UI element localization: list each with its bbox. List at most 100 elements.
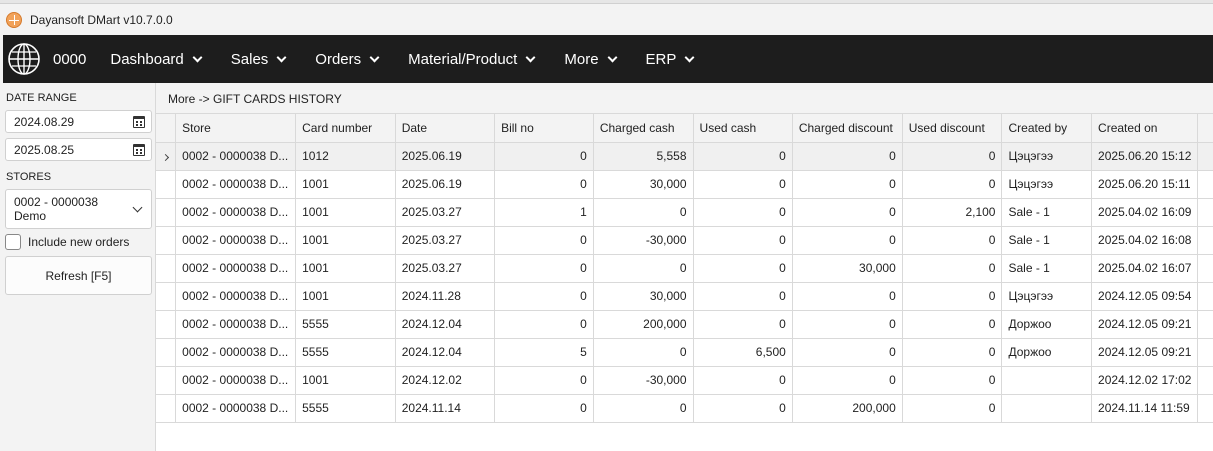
table-cell[interactable]: 0 <box>792 142 903 171</box>
table-row[interactable]: 0002 - 0000038 D... 1001 2025.06.19 0 30,000… <box>156 170 1213 199</box>
table-cell[interactable]: 2024.12.05 09:21 <box>1091 310 1199 339</box>
table-cell[interactable]: 0 <box>494 310 594 339</box>
table-cell[interactable]: 0002 - 0000038 D... <box>175 254 297 283</box>
table-cell[interactable]: 0002 - 0000038 D... <box>175 366 297 395</box>
table-cell[interactable]: 2024.12.04 <box>395 338 496 367</box>
gift-cards-grid[interactable]: Store Card number Date Bill no Charged cash U… <box>156 113 1213 451</box>
table-cell[interactable]: 0 <box>593 338 694 367</box>
nav-more[interactable]: More <box>564 51 617 68</box>
table-cell[interactable]: 1001 <box>295 366 396 395</box>
table-cell[interactable]: 0 <box>693 282 793 311</box>
table-cell[interactable]: 2025.06.20 15:12 <box>1091 142 1199 171</box>
date-to-field[interactable]: 2025.08.25 <box>5 138 152 161</box>
table-cell[interactable]: Sale - 1 <box>1001 254 1093 283</box>
table-cell[interactable]: 2025.06.20 15:11 <box>1091 170 1199 199</box>
table-cell[interactable]: 0002 - 0000038 D... <box>175 282 297 311</box>
table-cell[interactable]: 30,000 <box>792 254 903 283</box>
table-cell[interactable]: 0002 - 0000038 D... <box>175 198 297 227</box>
table-cell[interactable]: 1001 <box>295 226 396 255</box>
table-cell[interactable]: 2024.12.02 17:02 <box>1091 366 1199 395</box>
table-cell[interactable]: 0 <box>494 142 594 171</box>
column-header[interactable]: Created on <box>1091 114 1199 143</box>
table-cell[interactable]: 0 <box>902 338 1003 367</box>
table-cell[interactable]: 200,000 <box>792 394 903 423</box>
table-cell[interactable]: Доржоо <box>1001 338 1093 367</box>
row-selector[interactable] <box>156 198 177 227</box>
table-cell[interactable]: 0 <box>902 254 1003 283</box>
table-cell[interactable]: 2024.12.02 <box>395 366 496 395</box>
table-row[interactable]: 0002 - 0000038 D... 5555 2024.11.14 0 0 0 200,… <box>156 394 1213 423</box>
table-cell[interactable]: Sale - 1 <box>1001 198 1093 227</box>
table-cell[interactable]: 0 <box>902 394 1003 423</box>
table-cell[interactable]: 2025.06.19 <box>395 170 496 199</box>
table-cell[interactable]: 0 <box>494 366 594 395</box>
table-cell[interactable]: 0002 - 0000038 D... <box>175 142 297 171</box>
table-cell[interactable]: 0 <box>593 254 694 283</box>
table-cell[interactable]: 30,000 <box>593 170 694 199</box>
table-row[interactable]: 0002 - 0000038 D... 1001 2025.03.27 1 0 0 0 2,1… <box>156 198 1213 227</box>
column-header[interactable]: Used cash <box>693 114 793 143</box>
table-cell[interactable]: 2025.04.02 16:07 <box>1091 254 1199 283</box>
column-header[interactable]: Charged discount <box>792 114 903 143</box>
table-cell[interactable]: -30,000 <box>593 226 694 255</box>
table-cell[interactable]: 0 <box>792 226 903 255</box>
column-header[interactable]: Date <box>395 114 496 143</box>
table-cell[interactable]: 0 <box>693 226 793 255</box>
table-cell[interactable]: 0002 - 0000038 D... <box>175 170 297 199</box>
table-cell[interactable]: 5555 <box>295 394 396 423</box>
table-cell[interactable]: 1 <box>494 198 594 227</box>
table-cell[interactable]: 0 <box>693 394 793 423</box>
table-cell[interactable]: 1001 <box>295 282 396 311</box>
table-cell[interactable]: 1001 <box>295 254 396 283</box>
row-selector[interactable] <box>156 170 177 199</box>
table-cell[interactable]: 2024.12.05 09:21 <box>1091 338 1199 367</box>
table-cell[interactable]: 0 <box>792 366 903 395</box>
table-cell[interactable]: Sale - 1 <box>1001 226 1093 255</box>
table-cell[interactable]: 5555 <box>295 338 396 367</box>
table-row[interactable]: 0002 - 0000038 D... 1001 2025.03.27 0 0 0 30,0… <box>156 254 1213 283</box>
row-selector[interactable] <box>156 310 177 339</box>
table-cell[interactable]: 5555 <box>295 310 396 339</box>
column-header[interactable]: Store <box>175 114 297 143</box>
table-cell[interactable]: 0 <box>693 198 793 227</box>
table-cell[interactable]: 1001 <box>295 170 396 199</box>
table-cell[interactable]: 0002 - 0000038 D... <box>175 338 297 367</box>
table-cell[interactable]: 0 <box>693 254 793 283</box>
refresh-button[interactable]: Refresh [F5] <box>5 256 152 295</box>
table-cell[interactable]: 0 <box>792 198 903 227</box>
table-cell[interactable]: Цэцэгээ <box>1001 142 1093 171</box>
column-header[interactable]: Used discount <box>902 114 1003 143</box>
table-row[interactable]: 0002 - 0000038 D... 1012 2025.06.19 0 5,558 0… <box>156 142 1213 171</box>
table-cell[interactable]: 0 <box>693 170 793 199</box>
table-cell[interactable]: 0 <box>494 170 594 199</box>
table-row[interactable]: 0002 - 0000038 D... 5555 2024.12.04 5 0 6,500… <box>156 338 1213 367</box>
table-cell[interactable]: 1001 <box>295 198 396 227</box>
table-cell[interactable]: 0 <box>792 170 903 199</box>
table-cell[interactable]: 0002 - 0000038 D... <box>175 394 297 423</box>
table-row[interactable]: 0002 - 0000038 D... 1001 2024.12.02 0 -30,00… <box>156 366 1213 395</box>
table-cell[interactable]: -30,000 <box>593 366 694 395</box>
table-cell[interactable]: Цэцэгээ <box>1001 170 1093 199</box>
table-cell[interactable]: 0002 - 0000038 D... <box>175 310 297 339</box>
table-cell[interactable]: 2,100 <box>902 198 1003 227</box>
row-selector[interactable] <box>156 394 177 423</box>
row-selector[interactable] <box>156 282 177 311</box>
table-cell[interactable]: 2024.11.14 11:59 <box>1091 394 1199 423</box>
date-from-field[interactable]: 2024.08.29 <box>5 110 152 133</box>
table-cell[interactable]: 6,500 <box>693 338 793 367</box>
table-cell[interactable]: 2024.12.05 09:54 <box>1091 282 1199 311</box>
table-cell[interactable]: 2025.06.19 <box>395 142 496 171</box>
calendar-icon[interactable] <box>133 116 145 128</box>
table-cell[interactable]: 30,000 <box>593 282 694 311</box>
table-cell[interactable]: 2025.03.27 <box>395 198 496 227</box>
row-selector[interactable] <box>156 254 177 283</box>
row-selector[interactable] <box>156 366 177 395</box>
table-cell[interactable]: 200,000 <box>593 310 694 339</box>
globe-icon[interactable] <box>7 42 41 76</box>
table-row[interactable]: 0002 - 0000038 D... 1001 2024.11.28 0 30,000… <box>156 282 1213 311</box>
table-cell[interactable]: 0 <box>902 226 1003 255</box>
table-cell[interactable]: 2025.03.27 <box>395 254 496 283</box>
calendar-icon[interactable] <box>133 144 145 156</box>
table-cell[interactable]: 0002 - 0000038 D... <box>175 226 297 255</box>
nav-orders[interactable]: Orders <box>315 51 380 68</box>
